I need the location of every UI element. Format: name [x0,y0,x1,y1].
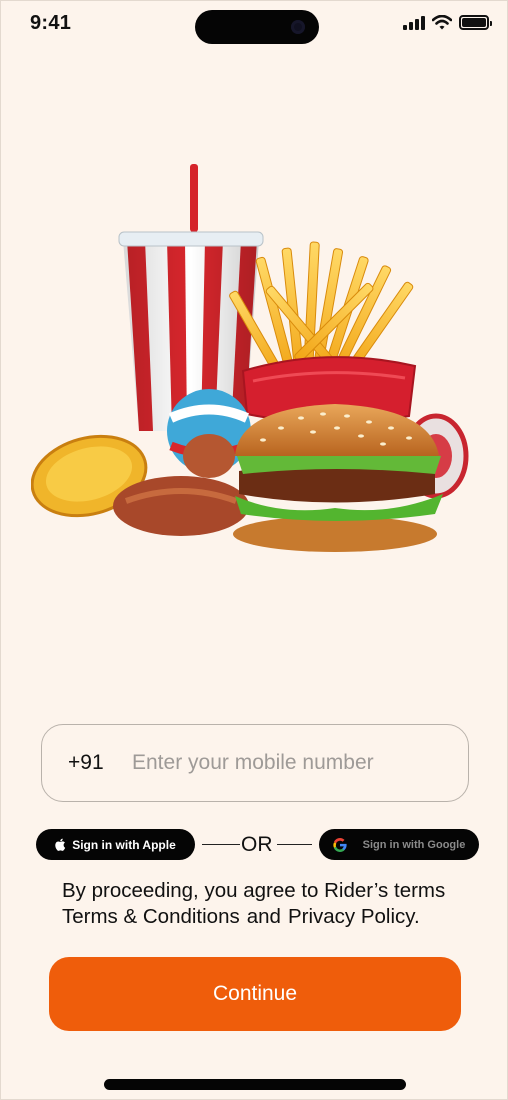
apple-button-label: Sign in with Apple [72,837,176,852]
battery-icon [459,15,492,30]
login-screen: 9:41 +91 Enter your mobile number Sign i… [0,0,508,1100]
wifi-icon [432,15,452,30]
google-button-label: Sign in with Google [362,838,466,851]
apple-icon [55,838,66,851]
google-icon [332,837,347,852]
or-divider-right [277,844,312,845]
privacy-policy-link[interactable]: Privacy Policy. [288,904,420,930]
or-divider-text: OR [241,833,273,856]
continue-button[interactable]: Continue [49,957,461,1031]
terms-and-conditions-link[interactable]: Terms & Conditions [62,904,240,930]
or-divider-left [202,844,240,845]
terms-line-2: Terms & Conditions and Privacy Policy. [62,904,445,930]
fast-food-illustration [31,164,469,552]
cellular-signal-icon [403,15,425,30]
sign-in-with-apple-button[interactable]: Sign in with Apple [36,829,195,860]
status-time: 9:41 [30,12,72,34]
mobile-number-field[interactable]: +91 [41,724,469,802]
terms-text: By proceeding, you agree to Rider’s term… [62,878,445,930]
country-code[interactable]: +91 [68,751,132,775]
home-indicator[interactable] [104,1079,406,1090]
dynamic-island [195,10,319,44]
status-icons [403,15,492,30]
mobile-number-input[interactable] [132,751,432,775]
sign-in-with-google-button[interactable]: Sign in with Google [319,829,479,860]
terms-line-1: By proceeding, you agree to Rider’s term… [62,879,446,902]
terms-and-text: and [246,905,281,928]
camera-lens [291,20,305,34]
